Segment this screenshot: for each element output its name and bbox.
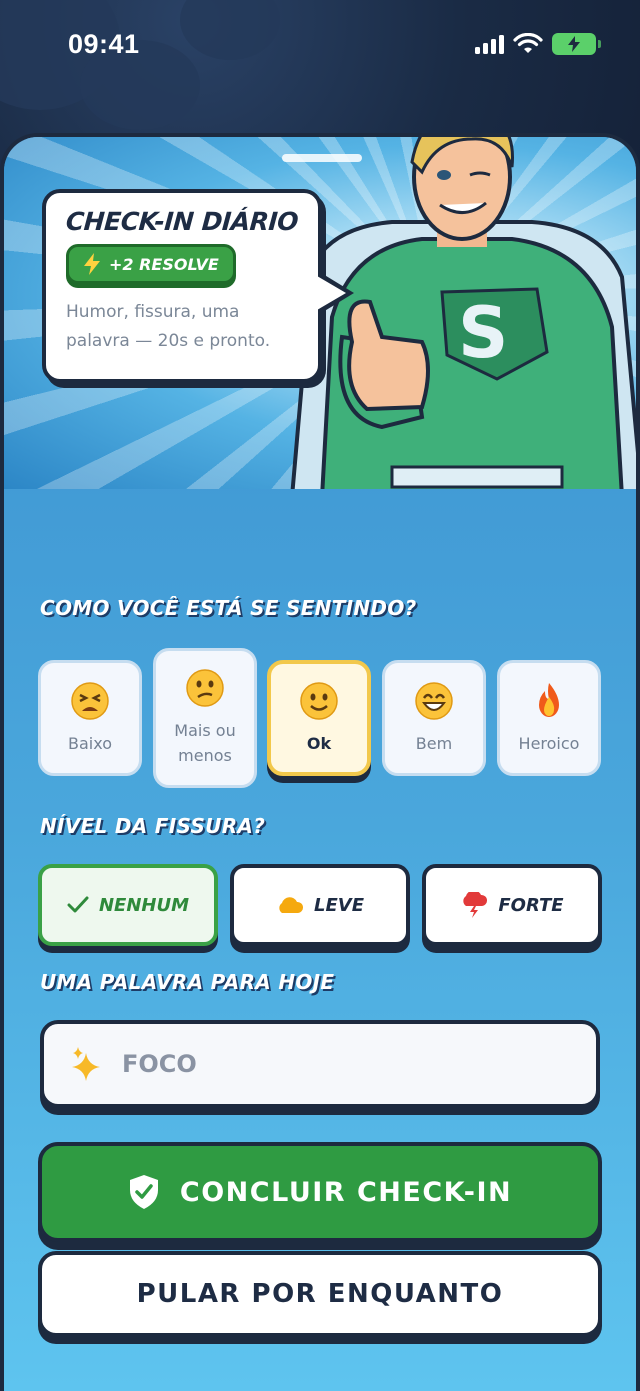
check-icon bbox=[67, 896, 89, 913]
reward-badge: +2 RESOLVE bbox=[66, 244, 236, 284]
card-title: CHECK-IN DIÁRIO bbox=[64, 207, 300, 236]
tired-face-icon bbox=[71, 681, 109, 720]
cloud-icon bbox=[279, 897, 304, 913]
craving-label: NENHUM bbox=[98, 894, 190, 916]
mood-option-heroico[interactable]: Heroico bbox=[497, 660, 601, 776]
mood-selector: Baixo Mais ou menos Ok Bem Heroico bbox=[36, 520, 602, 788]
battery-icon bbox=[552, 33, 601, 55]
confused-face-icon bbox=[186, 669, 224, 707]
slight-smile-icon bbox=[300, 681, 338, 720]
grin-face-icon bbox=[415, 681, 453, 720]
fire-icon bbox=[539, 682, 559, 717]
mood-option-bem[interactable]: Bem bbox=[382, 660, 486, 776]
complete-checkin-button[interactable]: CONCLUIR CHECK-IN bbox=[38, 1142, 602, 1242]
craving-option-nenhum[interactable]: NENHUM bbox=[38, 864, 218, 946]
mood-label: Bem bbox=[415, 733, 453, 753]
mood-label: Mais ou menos bbox=[174, 721, 236, 765]
status-bar: 09:41 bbox=[0, 0, 640, 88]
hero-banner: S CHECK-IN DIÁRIO +2 RESOLVE Humor, fiss… bbox=[4, 137, 636, 489]
lightning-icon bbox=[84, 253, 100, 275]
craving-label: LEVE bbox=[314, 894, 364, 916]
sparkles-icon bbox=[72, 1047, 100, 1081]
svg-text:S: S bbox=[458, 292, 508, 374]
card-subtitle-line2: palavra — 20s e pronto. bbox=[66, 331, 271, 351]
speech-bubble: CHECK-IN DIÁRIO +2 RESOLVE Humor, fissur… bbox=[42, 189, 354, 383]
craving-section-title: NÍVEL DA FISSURA? bbox=[40, 814, 266, 838]
wifi-icon bbox=[513, 33, 543, 53]
craving-option-forte[interactable]: FORTE bbox=[422, 864, 602, 946]
craving-label: FORTE bbox=[498, 894, 564, 916]
mood-label: Ok bbox=[306, 733, 332, 753]
storm-cloud-icon bbox=[463, 892, 488, 918]
mood-option-ok[interactable]: Ok bbox=[267, 660, 371, 776]
mood-label: Baixo bbox=[68, 733, 112, 753]
skip-label: PULAR POR ENQUANTO bbox=[136, 1279, 504, 1309]
word-section-title: UMA PALAVRA PARA HOJE bbox=[40, 970, 335, 994]
shield-check-icon bbox=[129, 1175, 158, 1209]
complete-checkin-label: CONCLUIR CHECK-IN bbox=[179, 1176, 513, 1208]
word-input-container[interactable] bbox=[40, 1020, 600, 1108]
mood-label: Heroico bbox=[518, 733, 580, 753]
signal-icon bbox=[475, 34, 504, 54]
mood-option-mais-ou-menos[interactable]: Mais ou menos bbox=[153, 648, 257, 788]
card-subtitle-line1: Humor, fissura, uma bbox=[66, 302, 240, 322]
craving-option-leve[interactable]: LEVE bbox=[230, 864, 410, 946]
skip-button[interactable]: PULAR POR ENQUANTO bbox=[38, 1251, 602, 1337]
sheet-handle[interactable] bbox=[282, 154, 362, 162]
reward-label: +2 RESOLVE bbox=[109, 254, 219, 274]
word-input[interactable] bbox=[122, 1050, 542, 1078]
mood-option-baixo[interactable]: Baixo bbox=[38, 660, 142, 776]
status-time: 09:41 bbox=[68, 28, 140, 59]
